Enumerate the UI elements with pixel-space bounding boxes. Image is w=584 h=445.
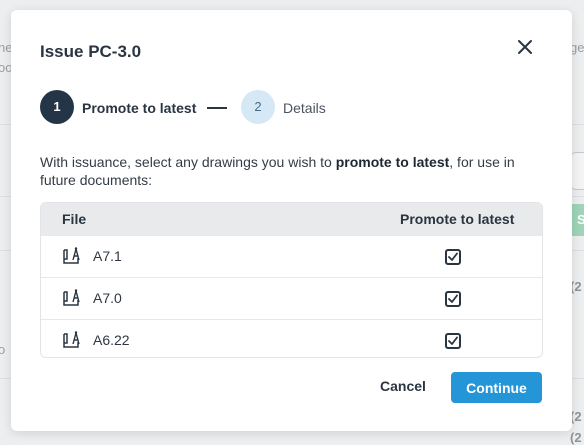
promote-checkbox[interactable] bbox=[445, 249, 461, 265]
checkmark-icon bbox=[448, 294, 458, 303]
promote-checkbox[interactable] bbox=[445, 291, 461, 307]
close-button[interactable] bbox=[514, 36, 536, 58]
step-1-indicator: 1 bbox=[40, 90, 74, 124]
table-row: A7.0 bbox=[41, 277, 542, 319]
drawing-file-icon bbox=[63, 247, 80, 264]
description-emphasis: promote to latest bbox=[335, 154, 450, 170]
background-text: ge bbox=[570, 40, 584, 55]
file-name: A7.0 bbox=[93, 290, 122, 306]
continue-button[interactable]: Continue bbox=[451, 372, 542, 403]
cancel-button[interactable]: Cancel bbox=[380, 378, 426, 394]
step-2-indicator: 2 bbox=[241, 90, 275, 124]
background-text: (2 bbox=[570, 430, 582, 445]
drawing-file-icon bbox=[63, 289, 80, 306]
checkmark-icon bbox=[448, 336, 458, 345]
background-button bbox=[570, 152, 584, 190]
dialog-title: Issue PC-3.0 bbox=[40, 42, 142, 61]
table-header: File Promote to latest bbox=[41, 203, 542, 235]
file-name: A7.1 bbox=[93, 248, 122, 264]
checkmark-icon bbox=[448, 252, 458, 261]
drawing-file-icon bbox=[63, 331, 80, 348]
background-text: o bbox=[0, 342, 6, 357]
step-connector bbox=[207, 107, 227, 109]
promote-checkbox[interactable] bbox=[445, 333, 461, 349]
file-name: A6.22 bbox=[93, 332, 130, 348]
column-header-file: File bbox=[62, 211, 87, 227]
table-row: A7.1 bbox=[41, 235, 542, 277]
dialog-description: With issuance, select any drawings you w… bbox=[40, 153, 550, 189]
step-2-label: Details bbox=[283, 100, 326, 116]
column-header-promote: Promote to latest bbox=[400, 211, 515, 227]
files-table: File Promote to latest A7.1 A7.0 A6.22 bbox=[40, 202, 543, 358]
step-1-label: Promote to latest bbox=[82, 100, 197, 116]
close-icon bbox=[518, 40, 532, 54]
description-prefix: With issuance, select any drawings you w… bbox=[40, 154, 336, 170]
issue-dialog: Issue PC-3.0 1 Promote to latest 2 Detai… bbox=[11, 10, 572, 431]
table-row: A6.22 bbox=[41, 319, 542, 357]
